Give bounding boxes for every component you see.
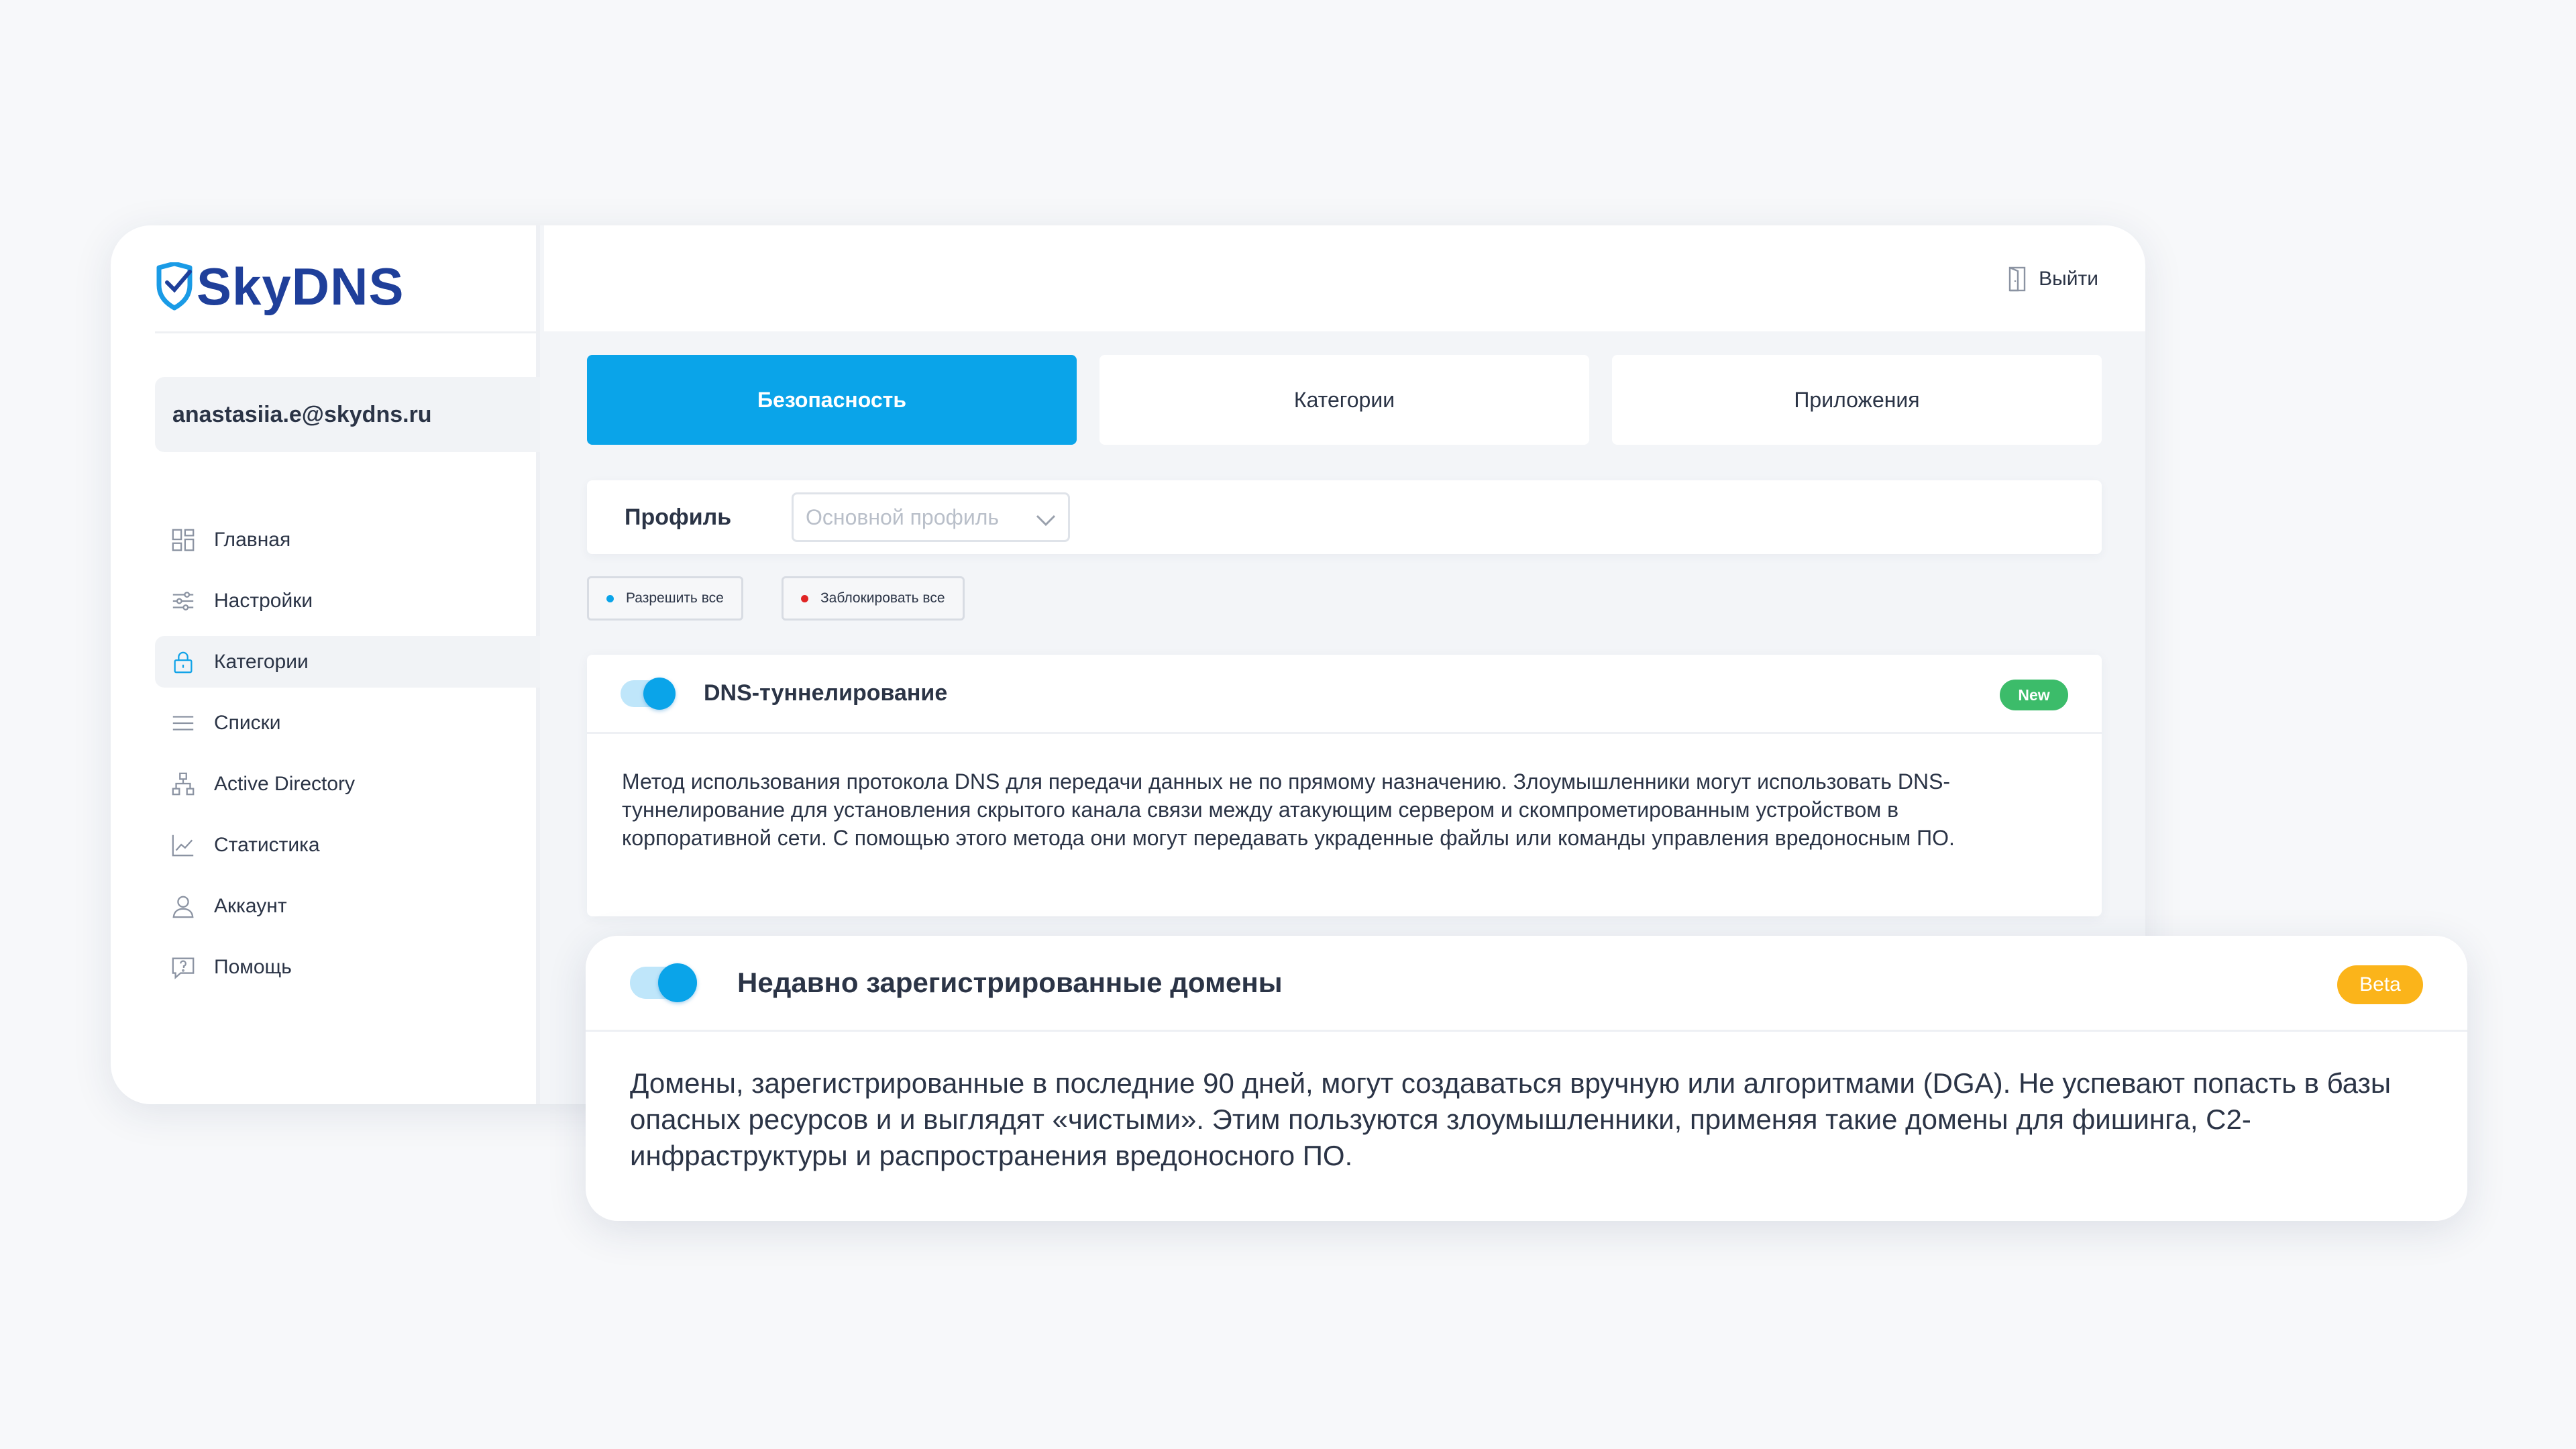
sliders-icon xyxy=(170,588,197,614)
sidebar-item-label: Списки xyxy=(214,711,281,734)
category-title: Недавно зарегистрированные домены xyxy=(737,967,1283,998)
category-card-header: Недавно зарегистрированные домены Beta xyxy=(586,936,2467,1032)
sidebar-nav: Главная Настройки Категории Списки Activ… xyxy=(155,514,540,1002)
logo[interactable]: SkyDNS xyxy=(155,250,404,323)
top-bar: Выйти xyxy=(544,225,2145,331)
category-title: DNS-туннелирование xyxy=(704,680,948,706)
category-card-header: DNS-туннелирование New xyxy=(587,655,2102,734)
block-all-button[interactable]: Заблокировать все xyxy=(782,576,965,621)
chevron-down-icon xyxy=(1034,509,1057,527)
sidebar-item-active-directory[interactable]: Active Directory xyxy=(155,758,540,810)
list-icon xyxy=(170,710,197,737)
new-badge: New xyxy=(2000,680,2068,710)
sidebar-item-label: Настройки xyxy=(214,589,313,612)
logo-text: SkyDNS xyxy=(197,256,405,316)
toggle-knob xyxy=(658,963,697,1002)
toggle-knob xyxy=(643,677,676,710)
dashboard-icon xyxy=(170,527,197,553)
shield-logo-icon xyxy=(156,262,193,311)
sidebar-item-label: Аккаунт xyxy=(214,894,287,917)
category-card-new-domains: Недавно зарегистрированные домены Beta Д… xyxy=(586,936,2467,1221)
block-dot-icon xyxy=(801,594,808,602)
category-toggle[interactable] xyxy=(630,963,697,1002)
lock-icon xyxy=(170,649,197,676)
category-description: Домены, зарегистрированные в последние 9… xyxy=(630,1067,2392,1171)
sidebar-item-settings[interactable]: Настройки xyxy=(155,575,540,627)
sidebar-item-label: Главная xyxy=(214,528,291,551)
user-email[interactable]: anastasiia.e@skydns.ru xyxy=(155,377,540,452)
sidebar-item-label: Active Directory xyxy=(214,772,356,795)
profile-label: Профиль xyxy=(625,504,732,530)
tab-applications[interactable]: Приложения xyxy=(1612,355,2102,445)
door-icon xyxy=(2008,266,2026,292)
profile-select-value: Основной профиль xyxy=(806,504,1000,529)
tab-security[interactable]: Безопасность xyxy=(587,355,1077,445)
tab-categories[interactable]: Категории xyxy=(1099,355,1589,445)
allow-all-button[interactable]: Разрешить все xyxy=(587,576,743,621)
allow-dot-icon xyxy=(606,594,614,602)
sidebar-item-home[interactable]: Главная xyxy=(155,514,540,566)
logout-label: Выйти xyxy=(2039,268,2098,290)
profile-select[interactable]: Основной профиль xyxy=(792,492,1070,542)
network-icon xyxy=(170,771,197,798)
sidebar-item-account[interactable]: Аккаунт xyxy=(155,880,540,932)
block-all-label: Заблокировать все xyxy=(820,590,945,606)
profile-row: Профиль Основной профиль xyxy=(587,480,2102,554)
allow-all-label: Разрешить все xyxy=(626,590,724,606)
category-card-dns-tunneling: DNS-туннелирование New Метод использован… xyxy=(587,655,2102,916)
logout-button[interactable]: Выйти xyxy=(2008,262,2098,296)
sidebar-item-categories[interactable]: Категории xyxy=(155,636,540,688)
sidebar-item-statistics[interactable]: Статистика xyxy=(155,819,540,871)
sidebar-item-lists[interactable]: Списки xyxy=(155,697,540,749)
sidebar-divider xyxy=(155,331,540,333)
sidebar-item-label: Статистика xyxy=(214,833,320,856)
sidebar-item-help[interactable]: Помощь xyxy=(155,941,540,993)
chart-icon xyxy=(170,832,197,859)
category-toggle[interactable] xyxy=(621,677,676,710)
help-icon xyxy=(170,954,197,981)
user-icon xyxy=(170,893,197,920)
sidebar: SkyDNS anastasiia.e@skydns.ru Главная На… xyxy=(111,225,540,1104)
tabs: Безопасность Категории Приложения xyxy=(587,355,2102,445)
beta-badge: Beta xyxy=(2337,965,2423,1004)
category-description: Метод использования протокола DNS для пе… xyxy=(622,769,1955,850)
sidebar-item-label: Помощь xyxy=(214,955,292,978)
sidebar-item-label: Категории xyxy=(214,650,309,673)
